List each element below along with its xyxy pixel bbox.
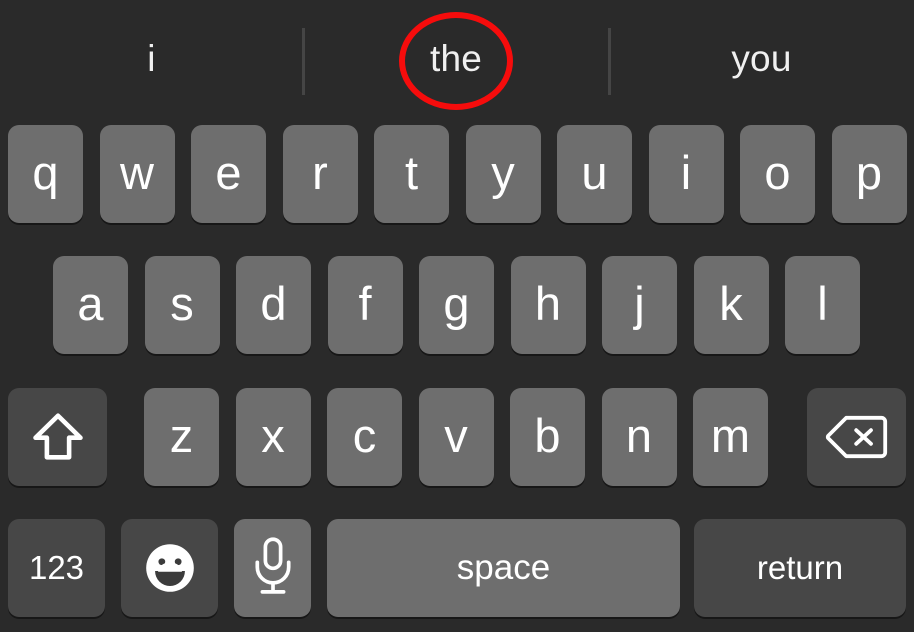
key-e[interactable]: e bbox=[191, 125, 266, 223]
key-label: o bbox=[764, 145, 791, 199]
key-r[interactable]: r bbox=[282, 125, 358, 223]
key-o[interactable]: o bbox=[740, 125, 815, 223]
emoji-smiley-icon bbox=[142, 540, 198, 596]
key-label: h bbox=[534, 276, 562, 330]
key-label: p bbox=[855, 145, 883, 199]
dictation-key[interactable] bbox=[234, 519, 311, 617]
key-label: l bbox=[817, 276, 828, 330]
key-i[interactable]: i bbox=[648, 125, 724, 223]
suggestion-label: you bbox=[731, 38, 792, 79]
key-label: u bbox=[581, 145, 608, 199]
key-f[interactable]: f bbox=[327, 256, 403, 354]
key-label: d bbox=[260, 276, 287, 330]
return-key[interactable]: return bbox=[694, 519, 906, 617]
suggestion-item-2[interactable]: the bbox=[303, 0, 609, 118]
key-label: z bbox=[169, 408, 194, 462]
key-w[interactable]: w bbox=[99, 125, 175, 223]
key-s[interactable]: s bbox=[144, 256, 220, 354]
key-label: i bbox=[680, 145, 692, 199]
key-label: r bbox=[312, 145, 328, 199]
key-t[interactable]: t bbox=[374, 125, 449, 223]
key-label: e bbox=[215, 145, 242, 199]
key-label: s bbox=[170, 276, 194, 330]
key-label: b bbox=[534, 408, 561, 462]
numeric-switch-key[interactable]: 123 bbox=[8, 519, 105, 617]
backspace-key[interactable] bbox=[807, 388, 906, 486]
shift-key[interactable] bbox=[8, 388, 107, 486]
key-label: q bbox=[32, 145, 59, 199]
key-a[interactable]: a bbox=[53, 256, 128, 354]
key-c[interactable]: c bbox=[327, 388, 402, 486]
key-b[interactable]: b bbox=[510, 388, 585, 486]
key-n[interactable]: n bbox=[601, 388, 677, 486]
key-y[interactable]: y bbox=[465, 125, 541, 223]
keyboard-screen: i the you q w e r t y u i o p a s d f g h j k l z x c v b n m 123 s… bbox=[0, 0, 914, 632]
key-l[interactable]: l bbox=[785, 256, 860, 354]
key-k[interactable]: k bbox=[693, 256, 769, 354]
shift-arrow-icon bbox=[29, 408, 87, 466]
key-label: 123 bbox=[28, 549, 85, 586]
key-h[interactable]: h bbox=[510, 256, 586, 354]
key-label: k bbox=[719, 276, 743, 330]
key-label: a bbox=[77, 276, 104, 330]
key-label: v bbox=[444, 408, 468, 462]
suggestion-item-1[interactable]: i bbox=[0, 0, 303, 118]
space-key[interactable]: space bbox=[327, 519, 680, 617]
key-label: n bbox=[625, 408, 653, 462]
key-label: x bbox=[261, 408, 285, 462]
key-g[interactable]: g bbox=[419, 256, 494, 354]
key-label: j bbox=[634, 276, 645, 330]
backspace-icon bbox=[825, 412, 889, 462]
key-v[interactable]: v bbox=[418, 388, 494, 486]
emoji-key[interactable] bbox=[121, 519, 218, 617]
key-p[interactable]: p bbox=[831, 125, 907, 223]
key-label: t bbox=[404, 145, 419, 199]
suggestion-item-3[interactable]: you bbox=[609, 0, 914, 118]
key-j[interactable]: j bbox=[602, 256, 677, 354]
key-label: f bbox=[358, 276, 372, 330]
key-label: c bbox=[352, 408, 377, 462]
suggestion-label: i bbox=[147, 38, 156, 79]
predictive-text-bar: i the you bbox=[0, 0, 914, 118]
key-q[interactable]: q bbox=[8, 125, 83, 223]
key-z[interactable]: z bbox=[144, 388, 219, 486]
key-label: w bbox=[120, 145, 154, 199]
microphone-icon bbox=[251, 536, 295, 596]
key-label: y bbox=[491, 145, 515, 199]
on-screen-keyboard: q w e r t y u i o p a s d f g h j k l z x c v b n m 123 space return bbox=[0, 118, 914, 632]
key-label: m bbox=[710, 408, 751, 462]
key-x[interactable]: x bbox=[235, 388, 311, 486]
key-u[interactable]: u bbox=[557, 125, 632, 223]
key-label: space bbox=[456, 548, 551, 587]
key-d[interactable]: d bbox=[236, 256, 311, 354]
key-label: g bbox=[443, 276, 470, 330]
suggestion-label: the bbox=[429, 38, 483, 79]
key-label: return bbox=[756, 549, 844, 586]
key-m[interactable]: m bbox=[693, 388, 768, 486]
